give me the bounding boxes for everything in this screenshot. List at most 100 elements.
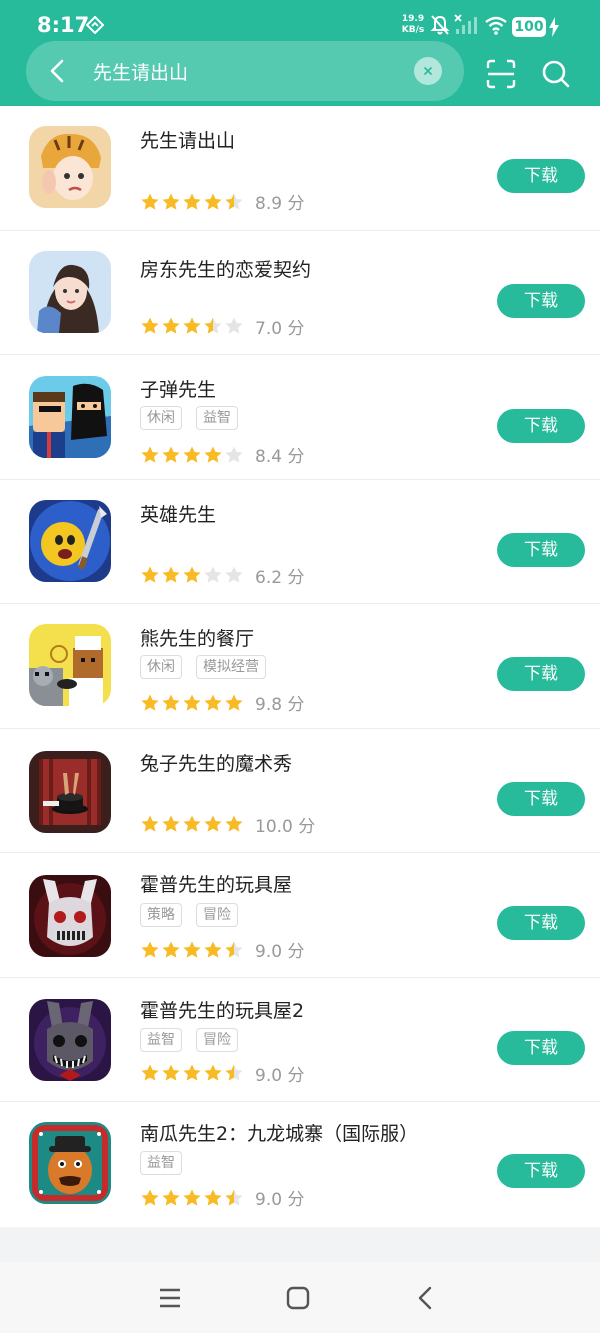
app-name[interactable]: 先生请出山	[140, 126, 235, 153]
star-icon	[183, 193, 201, 210]
star-icon	[225, 1189, 243, 1206]
app-icon[interactable]	[29, 750, 111, 833]
app-tags: 休闲 模拟经营	[140, 655, 266, 679]
app-score: 7.0 分	[255, 318, 305, 339]
app-tag: 休闲	[140, 406, 182, 430]
app-rating: 8.9 分	[140, 189, 304, 214]
top-header: 8:17 19.9 KB/s 100	[0, 0, 600, 106]
star-icon	[162, 446, 180, 463]
star-icon	[141, 1189, 159, 1206]
list-item[interactable]: 先生请出山 8.9 分 下载	[0, 106, 600, 231]
app-name[interactable]: 霍普先生的玩具屋2	[140, 996, 304, 1023]
app-name[interactable]: 英雄先生	[140, 500, 216, 527]
app-name[interactable]: 南瓜先生2：九龙城寨（国际服）	[140, 1119, 418, 1146]
app-rating: 9.0 分	[140, 937, 304, 962]
list-item[interactable]: 兔子先生的魔术秀 10.0 分 下载	[0, 729, 600, 853]
app-name[interactable]: 霍普先生的玩具屋	[140, 870, 292, 897]
download-button[interactable]: 下载	[497, 657, 585, 691]
star-icon	[141, 941, 159, 958]
star-icon	[225, 446, 243, 463]
status-time: 8:17	[37, 13, 90, 37]
star-icon	[162, 815, 180, 832]
app-name[interactable]: 子弹先生	[140, 375, 216, 402]
home-icon[interactable]	[285, 1285, 311, 1311]
star-icon	[204, 815, 222, 832]
menu-icon[interactable]	[158, 1287, 182, 1309]
download-button[interactable]: 下载	[497, 532, 585, 567]
list-item[interactable]: 霍普先生的玩具屋2 益智 冒险 9.0 分 下载	[0, 978, 600, 1102]
star-icon	[141, 446, 159, 463]
download-button[interactable]: 下载	[497, 781, 585, 816]
close-icon	[423, 66, 433, 76]
search-bar	[26, 41, 464, 101]
star-icon	[204, 941, 222, 958]
app-icon[interactable]	[29, 875, 111, 957]
list-item[interactable]: 南瓜先生2：九龙城寨（国际服） 益智 9.0 分 下载	[0, 1102, 600, 1227]
star-icon	[183, 446, 201, 463]
search-input[interactable]	[93, 41, 403, 101]
app-score: 9.0 分	[255, 1190, 305, 1210]
app-tag: 策略	[140, 903, 182, 927]
app-icon[interactable]	[29, 998, 111, 1081]
app-score: 8.9 分	[255, 194, 305, 214]
app-score: 10.0 分	[255, 816, 316, 837]
app-icon[interactable]	[29, 499, 111, 582]
search-icon[interactable]	[540, 58, 572, 90]
download-button[interactable]: 下载	[497, 906, 585, 940]
app-name[interactable]: 熊先生的餐厅	[140, 624, 254, 651]
system-nav-bar	[0, 1262, 600, 1333]
scan-icon[interactable]	[485, 58, 517, 90]
list-item[interactable]: 霍普先生的玩具屋 策略 冒险 9.0 分 下载	[0, 853, 600, 978]
star-icon	[225, 1064, 243, 1081]
status-bar: 8:17 19.9 KB/s 100	[0, 0, 600, 42]
star-icon	[162, 694, 180, 711]
star-icon	[162, 941, 180, 958]
download-button[interactable]: 下载	[497, 283, 585, 318]
app-tags: 休闲 益智	[140, 406, 238, 430]
app-tags: 策略 冒险	[140, 903, 238, 927]
download-button[interactable]: 下载	[497, 409, 585, 443]
star-icon	[204, 1189, 222, 1206]
star-icon	[162, 317, 180, 334]
clear-search-button[interactable]	[414, 57, 442, 85]
list-item[interactable]: 子弹先生 休闲 益智 8.4 分 下载	[0, 355, 600, 480]
list-item[interactable]: 英雄先生 6.2 分 下载	[0, 480, 600, 604]
star-icon	[204, 694, 222, 711]
back-icon[interactable]	[415, 1285, 437, 1311]
list-item[interactable]: 房东先生的恋爱契约 7.0 分 下载	[0, 231, 600, 355]
app-rating: 10.0 分	[140, 812, 315, 837]
app-tag: 益智	[196, 406, 238, 430]
star-icon	[225, 566, 243, 583]
app-icon[interactable]	[29, 250, 111, 333]
app-icon[interactable]	[29, 1122, 111, 1204]
star-icon	[141, 1064, 159, 1081]
star-icon	[204, 317, 222, 334]
download-button[interactable]: 下载	[497, 159, 585, 193]
app-icon[interactable]	[29, 624, 111, 706]
star-icon	[183, 1064, 201, 1081]
download-button[interactable]: 下载	[497, 1030, 585, 1065]
star-icon	[162, 566, 180, 583]
star-icon	[183, 694, 201, 711]
app-score: 9.8 分	[255, 695, 305, 715]
download-button[interactable]: 下载	[497, 1154, 585, 1188]
app-rating: 9.8 分	[140, 690, 304, 715]
star-icon	[204, 446, 222, 463]
mute-icon	[430, 15, 450, 35]
app-tag: 模拟经营	[196, 655, 266, 679]
app-icon[interactable]	[29, 376, 111, 458]
star-icon	[183, 317, 201, 334]
app-icon[interactable]	[29, 126, 111, 208]
list-item[interactable]: 熊先生的餐厅 休闲 模拟经营 9.8 分 下载	[0, 604, 600, 729]
back-arrow-icon[interactable]	[46, 58, 70, 84]
star-icon	[162, 1064, 180, 1081]
app-score: 8.4 分	[255, 447, 305, 467]
app-name[interactable]: 兔子先生的魔术秀	[140, 749, 292, 776]
star-icon	[204, 566, 222, 583]
app-tag: 益智	[140, 1027, 182, 1052]
app-score: 9.0 分	[255, 942, 305, 962]
signal-icon	[454, 14, 477, 34]
star-icon	[225, 317, 243, 334]
app-rating: 9.0 分	[140, 1185, 304, 1210]
app-name[interactable]: 房东先生的恋爱契约	[140, 255, 311, 282]
